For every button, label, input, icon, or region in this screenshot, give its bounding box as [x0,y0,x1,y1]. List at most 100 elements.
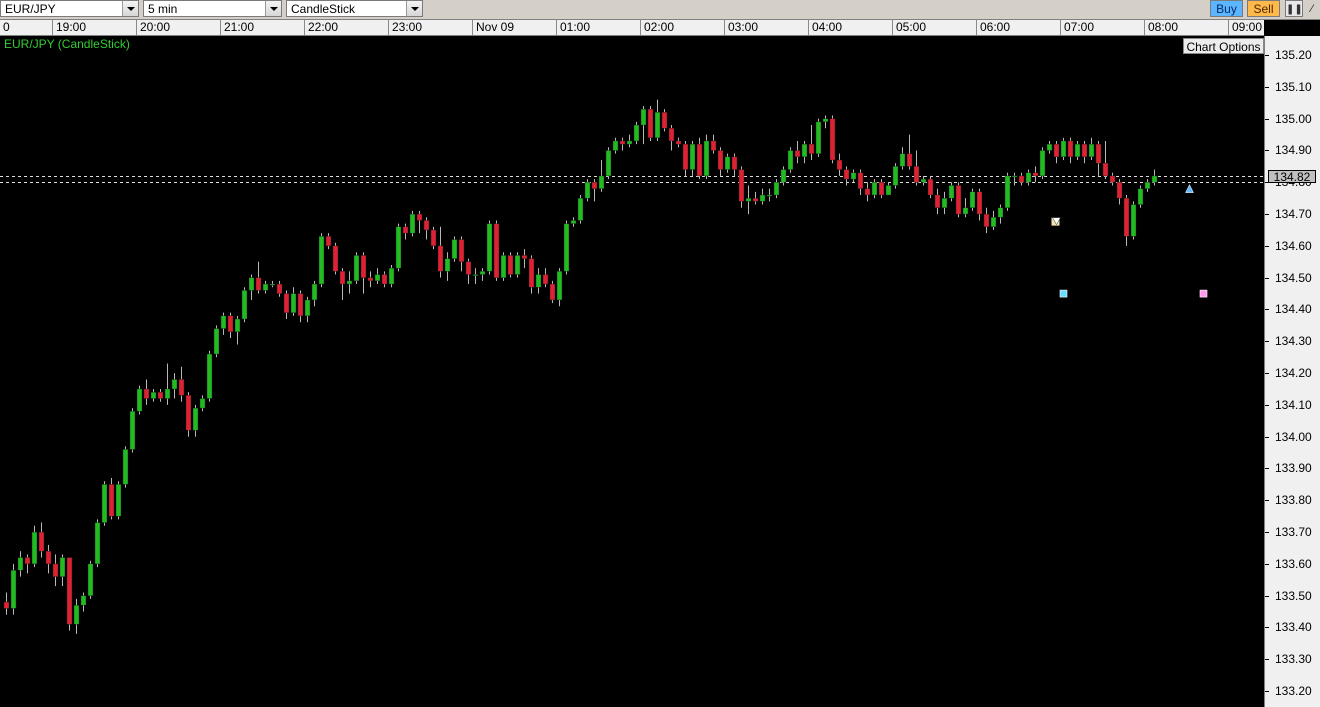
candle-body [976,191,983,215]
candle-body [899,153,906,167]
candle-body [234,318,241,332]
price-tick-label: 134.50 [1275,271,1312,285]
candle-body [815,121,822,154]
candle-body [1053,143,1060,158]
candle-body [500,255,507,278]
candle-body [269,283,276,286]
candle-body [1144,182,1151,189]
candle-body [682,143,689,170]
candle-body [297,293,304,317]
chevron-down-icon[interactable] [406,1,422,16]
candle-body [136,388,143,412]
candle-body [584,182,591,199]
candle-body [570,220,577,224]
candle-body [1067,140,1074,158]
candle-body [416,213,423,221]
time-tick-label: 02:00 [640,20,674,35]
candle-body [934,194,941,208]
candle-body [66,557,73,625]
candle-body [311,283,318,301]
chevron-down-icon[interactable] [122,1,138,16]
candle-body [451,239,458,259]
candle-body [563,223,570,272]
chart-options-button[interactable]: Chart Options [1183,38,1264,54]
candle-body [1116,182,1123,199]
candle-body [283,293,290,313]
price-tick [1265,373,1269,374]
price-tick-label: 133.50 [1275,589,1312,603]
candle-body [913,166,920,183]
time-tick-label: 05:00 [892,20,926,35]
candle-body [542,274,549,285]
candle-body [1102,163,1109,177]
price-tick [1265,214,1269,215]
candle-body [1060,140,1067,158]
price-tick-label: 133.70 [1275,525,1312,539]
candle-body [1025,172,1032,183]
time-tick-label: 19:00 [52,20,86,35]
buy-button[interactable]: Buy [1210,0,1243,17]
candle-body [444,258,451,272]
price-tick-label: 133.40 [1275,620,1312,634]
candle-body [549,283,556,301]
candlestick-chart[interactable] [0,36,1264,707]
price-tick-label: 134.90 [1275,143,1312,157]
price-tick-label: 134.30 [1275,334,1312,348]
candle-body [164,388,171,399]
candle-body [668,128,675,142]
candle-body [990,217,997,228]
price-tick-label: 134.70 [1275,207,1312,221]
candle-body [731,156,738,170]
candle-body [122,449,129,485]
toolbar: EUR/JPY 5 min CandleStick Buy Sell ❚❚ ∕ [0,0,1320,20]
candle-body [654,112,661,138]
price-tick-label: 134.10 [1275,398,1312,412]
candle-body [248,277,255,291]
candle-body [696,143,703,177]
candle-body [598,175,605,189]
time-tick-label: 01:00 [556,20,590,35]
candle-body [955,185,962,215]
time-tick-label: 07:00 [1060,20,1094,35]
candle-body [185,395,192,431]
candle-body [633,124,640,142]
candle-body [801,143,808,158]
price-tick [1265,246,1269,247]
candle-body [458,239,465,262]
candle-body [353,255,360,282]
chart-area[interactable]: EUR/JPY (CandleStick) Chart Options [0,36,1264,707]
price-tick [1265,596,1269,597]
chart-type-select[interactable]: CandleStick [286,0,423,17]
candle-body [409,213,416,234]
candle-body [1018,175,1025,183]
candle-body [1074,143,1081,158]
time-axis: 0 19:00 20:00 21:00 22:00 23:00 Nov 09 01:00 02:… [0,20,1264,36]
price-tick [1265,564,1269,565]
candle-body [528,258,535,288]
candle-body [843,169,850,180]
candle-body [927,178,934,196]
candle-body [24,557,31,565]
candle-body [346,280,353,285]
chevron-down-icon[interactable] [265,1,281,16]
draw-line-icon[interactable]: ∕ [1304,0,1320,17]
candle-body [486,223,493,272]
price-tick-label: 133.60 [1275,557,1312,571]
interval-select[interactable]: 5 min [143,0,282,17]
candle-tool-icon[interactable]: ❚❚ [1285,0,1303,17]
time-tick-label: 08:00 [1144,20,1178,35]
candle-body [647,108,654,138]
symbol-select[interactable]: EUR/JPY [0,0,139,17]
candle-body [962,207,969,215]
sell-button[interactable]: Sell [1247,0,1280,17]
time-tick-label: 09:00 [1228,20,1262,35]
candle-body [430,229,437,247]
candle-body [766,194,773,197]
candle-body [1032,172,1039,177]
candle-body [143,388,150,399]
candle-body [759,194,766,202]
candle-body [507,255,514,275]
candle-body [3,601,10,609]
candle-body [129,411,136,450]
symbol-select-value: EUR/JPY [5,2,56,16]
